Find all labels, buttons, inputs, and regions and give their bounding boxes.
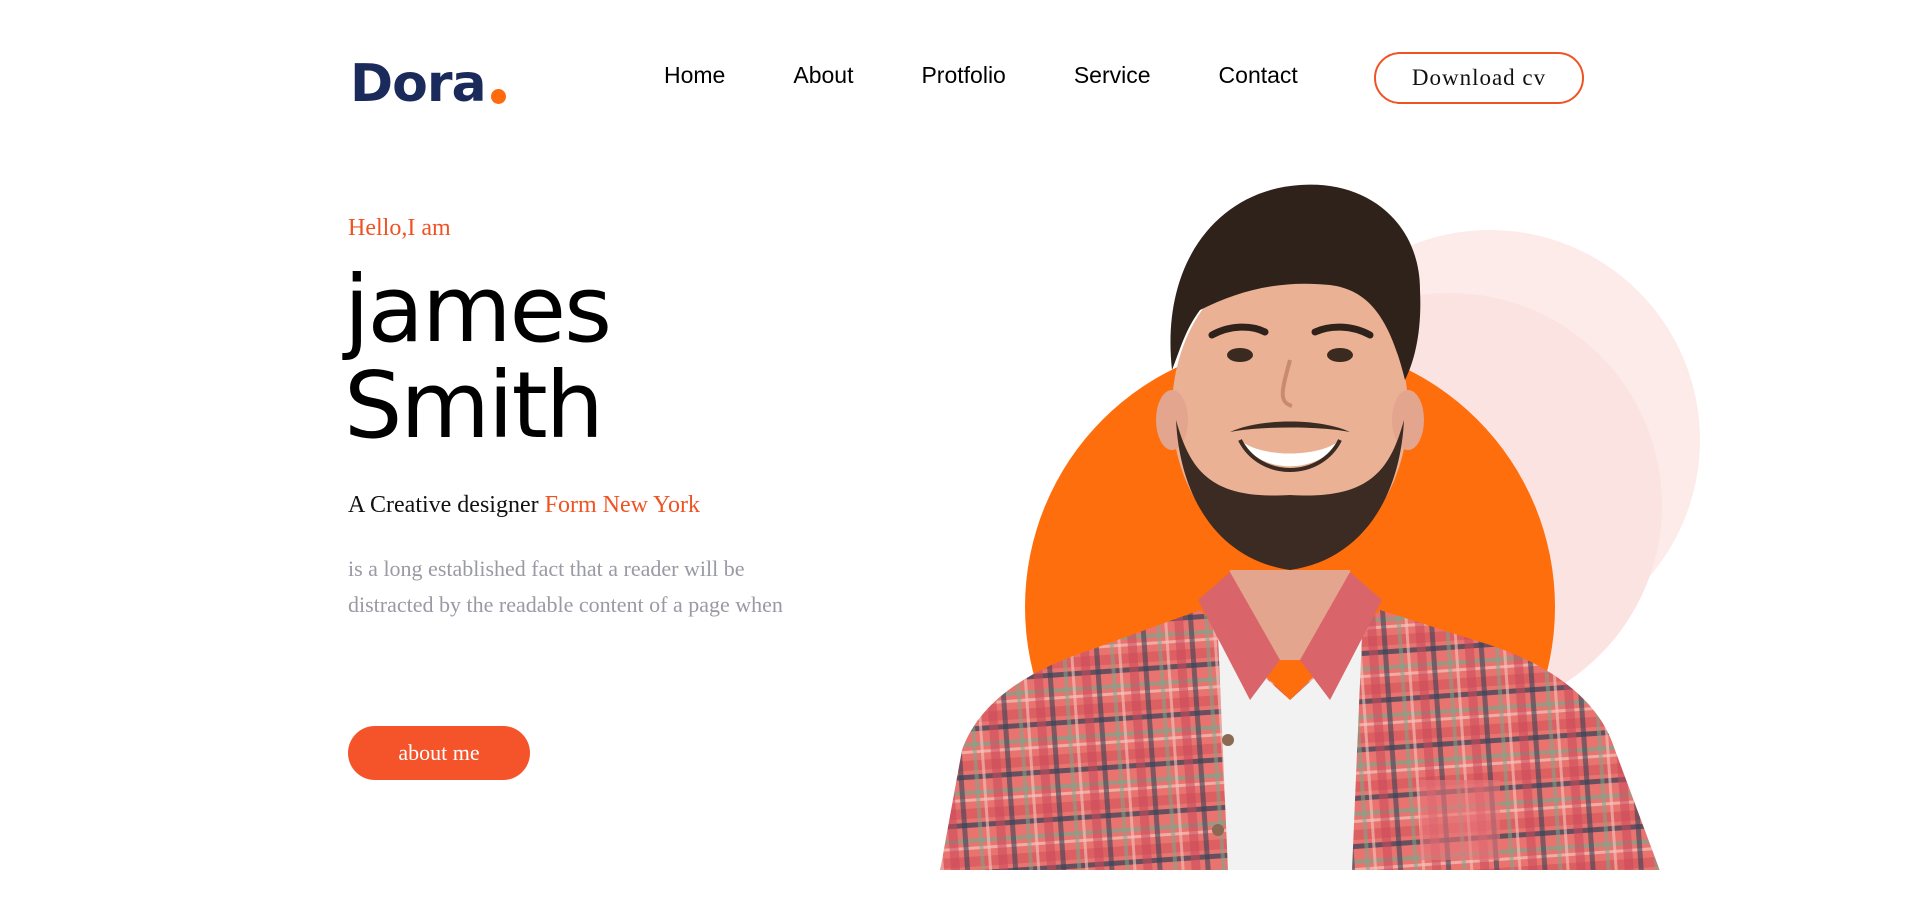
description-line-2: distracted by the readable content of a … bbox=[348, 592, 783, 617]
landing-page: Dora Home About Protfolio Service Contac… bbox=[0, 0, 1920, 913]
hero-description: is a long established fact that a reader… bbox=[348, 551, 818, 623]
logo[interactable]: Dora bbox=[350, 40, 506, 110]
nav-item-home[interactable]: Home bbox=[664, 62, 725, 89]
about-me-button[interactable]: about me bbox=[348, 726, 530, 780]
nav-item-about[interactable]: About bbox=[793, 62, 853, 89]
nav-item-contact[interactable]: Contact bbox=[1219, 62, 1298, 89]
nav-item-service[interactable]: Service bbox=[1074, 62, 1151, 89]
hero-tagline: A Creative designer Form New York bbox=[348, 492, 700, 519]
hero-greeting: Hello,I am bbox=[348, 215, 451, 241]
main-nav: Home About Protfolio Service Contact bbox=[664, 62, 1298, 89]
logo-dot-icon bbox=[490, 89, 506, 104]
tagline-accent: Form New York bbox=[544, 492, 700, 518]
description-line-1: is a long established fact that a reader… bbox=[348, 556, 745, 581]
hero-name: james Smith bbox=[344, 256, 612, 459]
nav-item-portfolio[interactable]: Protfolio bbox=[921, 62, 1005, 89]
tagline-prefix: A Creative designer bbox=[348, 492, 539, 518]
hero-illustration bbox=[940, 184, 1700, 870]
hero-name-first: james bbox=[344, 256, 612, 363]
logo-text: Dora bbox=[350, 54, 487, 114]
hero-name-last: Smith bbox=[344, 352, 604, 459]
download-cv-button[interactable]: Download cv bbox=[1374, 52, 1584, 104]
